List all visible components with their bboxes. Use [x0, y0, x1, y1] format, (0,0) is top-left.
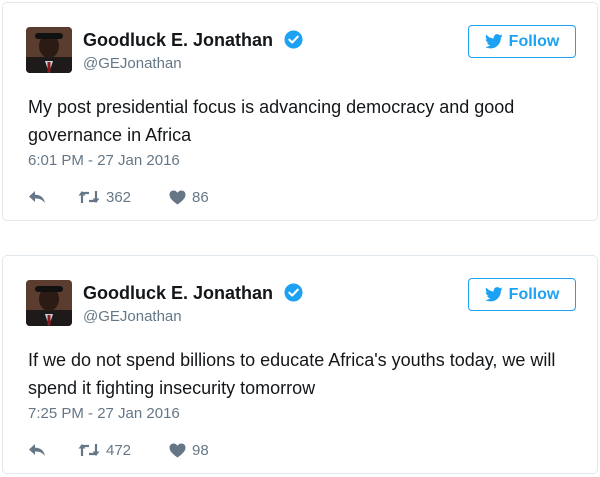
heart-icon: [169, 190, 186, 204]
retweet-count: 472: [106, 441, 132, 459]
follow-label: Follow: [508, 32, 560, 50]
tweet-card[interactable]: Goodluck E. Jonathan @GEJonathan Follow …: [2, 2, 598, 221]
verified-badge-icon: [284, 283, 303, 302]
twitter-bird-icon: [484, 34, 503, 49]
reply-button[interactable]: [28, 443, 48, 457]
display-name[interactable]: Goodluck E. Jonathan: [83, 30, 303, 51]
heart-icon: [169, 443, 186, 457]
follow-button[interactable]: Follow: [468, 25, 576, 58]
follow-label: Follow: [508, 285, 560, 303]
like-button[interactable]: 86: [169, 189, 209, 206]
verified-badge-icon: [284, 30, 303, 49]
user-handle[interactable]: @GEJonathan: [83, 308, 182, 325]
retweet-icon: [78, 444, 100, 456]
tweet-actions: 362 86: [28, 187, 209, 207]
tweet-text: My post presidential focus is advancing …: [28, 97, 515, 145]
like-count: 86: [192, 188, 209, 206]
like-button[interactable]: 98: [169, 442, 209, 459]
user-handle[interactable]: @GEJonathan: [83, 55, 182, 72]
retweet-button[interactable]: 362: [78, 189, 131, 206]
tweet-actions: 472 98: [28, 440, 209, 460]
like-count: 98: [192, 441, 209, 459]
tweet-timestamp[interactable]: 6:01 PM - 27 Jan 2016: [28, 152, 180, 169]
display-name-text: Goodluck E. Jonathan: [83, 283, 274, 303]
follow-button[interactable]: Follow: [468, 278, 576, 311]
display-name-text: Goodluck E. Jonathan: [83, 30, 274, 50]
avatar[interactable]: [26, 280, 72, 326]
reply-button[interactable]: [28, 190, 48, 204]
retweet-button[interactable]: 472: [78, 442, 131, 459]
tweet-card[interactable]: Goodluck E. Jonathan @GEJonathan Follow …: [2, 255, 598, 474]
avatar[interactable]: [26, 27, 72, 73]
display-name[interactable]: Goodluck E. Jonathan: [83, 283, 303, 304]
retweet-icon: [78, 191, 100, 203]
retweet-count: 362: [106, 188, 132, 206]
reply-icon: [29, 191, 45, 203]
tweet-timestamp[interactable]: 7:25 PM - 27 Jan 2016: [28, 405, 180, 422]
twitter-bird-icon: [484, 287, 503, 302]
reply-icon: [29, 444, 45, 456]
tweet-text: If we do not spend billions to educate A…: [28, 350, 556, 398]
